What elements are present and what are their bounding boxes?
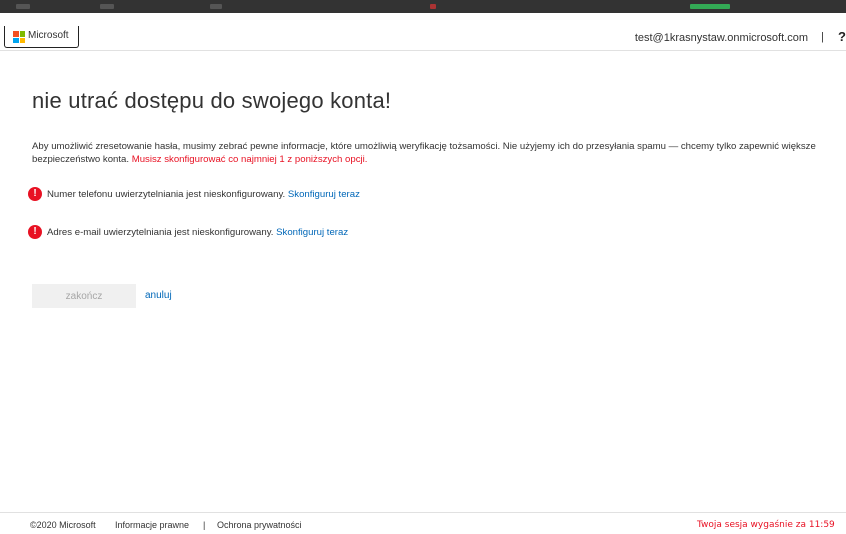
- page-title: nie utrać dostępu do swojego konta!: [32, 88, 392, 113]
- email-configure-link[interactable]: Skonfiguruj teraz: [276, 227, 348, 238]
- page: Microsoft test@1krasnystaw.onmicrosoft.c…: [0, 0, 846, 534]
- copyright: ©2020 Microsoft: [30, 520, 96, 530]
- session-timer: Twoja sesja wygaśnie za 11:59: [697, 520, 835, 530]
- footer: ©2020 Microsoft Informacje prawne | Ochr…: [0, 520, 846, 534]
- header-separator: |: [821, 31, 824, 43]
- privacy-link[interactable]: Ochrona prywatności: [217, 520, 302, 530]
- microsoft-logo-link[interactable]: Microsoft: [4, 26, 79, 48]
- intro-text: Aby umożliwić zresetowanie hasła, musimy…: [32, 140, 822, 166]
- cancel-link[interactable]: anuluj: [145, 290, 172, 301]
- phone-configure-link[interactable]: Skonfiguruj teraz: [288, 189, 360, 200]
- legal-link[interactable]: Informacje prawne: [115, 520, 189, 530]
- alert-icon: !: [28, 187, 42, 201]
- browser-top-strip: [0, 0, 846, 13]
- user-email[interactable]: test@1krasnystaw.onmicrosoft.com: [635, 32, 808, 44]
- email-option-text: Adres e-mail uwierzytelniania jest niesk…: [47, 227, 274, 238]
- phone-option-text: Numer telefonu uwierzytelniania jest nie…: [47, 189, 286, 200]
- footer-separator: |: [203, 520, 206, 530]
- brand-name: Microsoft: [28, 30, 69, 41]
- microsoft-logo-icon: [13, 31, 25, 43]
- footer-divider: [0, 512, 846, 513]
- alert-icon: !: [28, 225, 42, 239]
- finish-button[interactable]: zakończ: [32, 284, 136, 308]
- help-icon[interactable]: ?: [838, 29, 846, 44]
- intro-required-note: Musisz skonfigurować co najmniej 1 z pon…: [131, 154, 368, 165]
